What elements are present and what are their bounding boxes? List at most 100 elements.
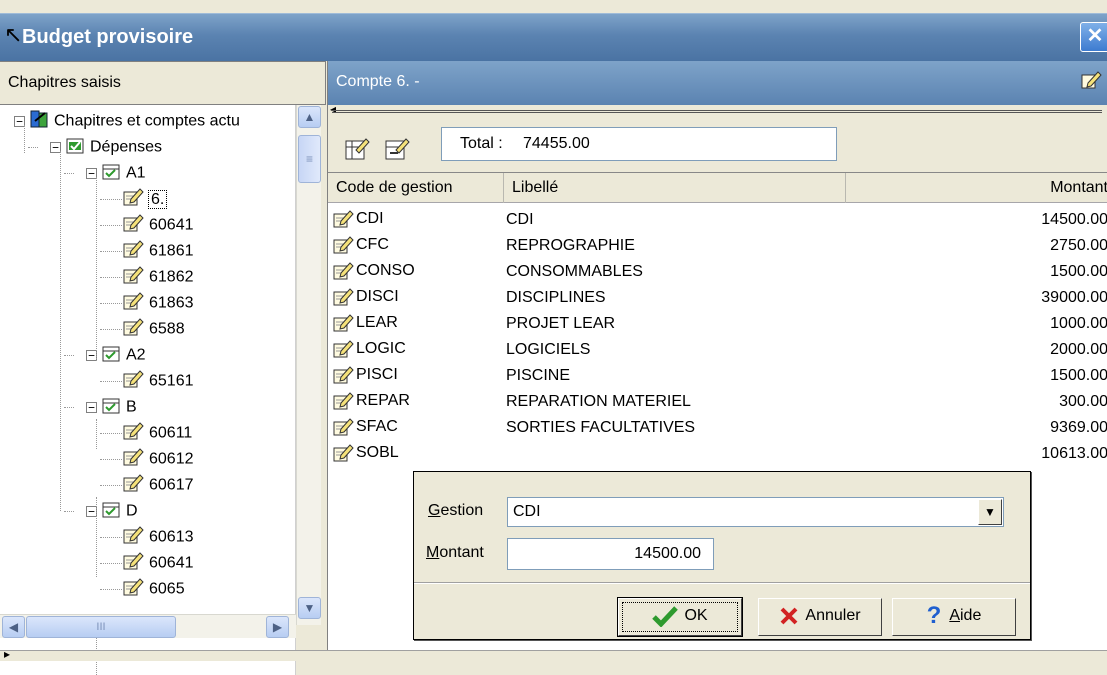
tree-node[interactable]: − Chapitres et comptes actu [14,109,240,133]
tree-connector [64,173,74,174]
tree-node[interactable]: − Dépenses [50,135,162,159]
tree-node[interactable]: 60617 [122,473,194,497]
dropdown-arrow-icon[interactable]: ▼ [978,499,1002,525]
account-edit-icon [122,187,144,212]
ok-button-label: OK [684,607,708,624]
row-montant: 2750.00 [1050,237,1107,254]
tree-node[interactable]: 6588 [122,317,185,341]
account-edit-icon [332,444,356,462]
table-row[interactable]: LEAR PROJET LEAR 1000.00 [328,311,1107,337]
row-libelle: SORTIES FACULTATIVES [506,419,696,436]
tree-node-label: 61862 [149,268,194,286]
help-button[interactable]: ? Aide [892,598,1016,636]
column-header-libelle[interactable]: Libellé [504,173,846,203]
row-code: CONSO [332,261,415,281]
tree-connector [100,381,122,382]
row-code: PISCI [332,365,398,385]
scroll-up-button[interactable]: ▲ [298,106,321,128]
row-code: SFAC [332,417,398,437]
table-row[interactable]: CDI CDI 14500.00 [328,207,1107,233]
help-accel: A [949,607,960,625]
account-edit-icon [122,525,144,550]
tree-node[interactable]: − B [86,395,137,419]
horizontal-scroll-thumb[interactable]: III [26,616,176,638]
add-line-button[interactable] [344,137,372,163]
column-header-montant[interactable]: Montant [846,173,1107,203]
montant-label: Montant [426,544,484,561]
chapters-tree[interactable]: − Chapitres et comptes actu − Dépenses − A1 6.… [0,105,296,675]
close-button[interactable]: ✕ [1080,22,1107,52]
table-row[interactable]: DISCI DISCIPLINES 39000.00 [328,285,1107,311]
table-row[interactable]: CFC REPROGRAPHIE 2750.00 [328,233,1107,259]
table-row[interactable]: REPAR REPARATION MATERIEL 300.00 [328,389,1107,415]
row-montant: 1000.00 [1050,315,1107,332]
chapter-check-icon [101,161,121,186]
gestion-select[interactable]: CDI ▼ [507,497,1004,527]
tree-node[interactable]: 60611 [122,421,192,445]
cancel-button[interactable]: Annuler [758,598,882,636]
tree-horizontal-scrollbar[interactable]: ◀ III ▶ [0,614,296,638]
row-montant: 9369.00 [1050,419,1107,436]
tree-node[interactable]: 60613 [122,525,194,549]
chapters-header-label: Chapitres saisis [8,74,121,91]
title-bar[interactable]: ↖ Budget provisoire ✕ [0,13,1107,61]
tree-node[interactable]: − A2 [86,343,146,367]
row-montant: 10613.00 [1041,445,1107,462]
tree-node-label: 60611 [149,424,193,442]
scroll-down-button[interactable]: ▼ [298,597,321,619]
expense-folder-icon [65,135,85,160]
table-row[interactable]: SFAC SORTIES FACULTATIVES 9369.00 [328,415,1107,441]
tree-node[interactable]: 6065 [122,577,185,601]
table-row[interactable]: CONSO CONSOMMABLES 1500.00 [328,259,1107,285]
tree-node[interactable]: 61862 [122,265,194,289]
remove-line-button[interactable] [384,137,412,163]
chapter-book-icon [29,109,49,134]
edit-pencil-icon[interactable] [1080,69,1102,96]
tree-node[interactable]: 60641 [122,551,194,575]
table-row[interactable]: PISCI PISCINE 1500.00 [328,363,1107,389]
collapse-toggle-icon[interactable]: − [86,402,97,413]
account-edit-icon [122,291,144,316]
list-header: Code de gestion Libellé Montant [328,173,1107,203]
vertical-scroll-thumb[interactable]: ≡ [298,135,321,183]
scroll-right-button[interactable]: ▶ [266,616,289,638]
ok-button[interactable]: OK [617,597,743,637]
tree-connector [100,563,122,564]
tree-node-label: 65161 [149,372,194,390]
tree-node[interactable]: 60641 [122,213,194,237]
account-edit-icon [332,418,356,436]
column-header-code[interactable]: Code de gestion [328,173,504,203]
gestion-select-value: CDI [513,503,541,520]
scroll-left-button[interactable]: ◀ [2,616,25,638]
account-edit-icon [122,317,144,342]
row-montant: 1500.00 [1050,367,1107,384]
tree-connector [100,251,122,252]
tree-node[interactable]: − A1 [86,161,146,185]
tree-node[interactable]: 61863 [122,291,194,315]
tree-connector [100,303,122,304]
table-row[interactable]: SOBL 10613.00 [328,441,1107,467]
account-edit-icon [122,213,144,238]
tree-guide-line [96,497,97,577]
tree-node[interactable]: − D [86,499,138,523]
tree-node-label: 60641 [149,216,194,234]
status-bar: ▸ [0,647,1107,661]
tree-connector [100,459,122,460]
table-row[interactable]: LOGIC LOGICIELS 2000.00 [328,337,1107,363]
tree-connector [100,199,122,200]
row-code: LOGIC [332,339,406,359]
row-montant: 300.00 [1059,393,1107,410]
row-code: SOBL [332,443,399,463]
row-code: DISCI [332,287,399,307]
row-montant: 2000.00 [1050,341,1107,358]
tree-connector [100,225,122,226]
montant-input[interactable]: 14500.00 [507,538,714,570]
tree-node[interactable]: 65161 [122,369,194,393]
tree-node[interactable]: 60612 [122,447,194,471]
tree-node[interactable]: 6. [122,187,168,212]
account-edit-icon [122,239,144,264]
tree-vertical-scrollbar[interactable]: ▲ ≡ ▼ [296,105,321,625]
tree-node-label: 60617 [149,476,194,494]
panel-splitter[interactable]: ◂ [328,102,1107,119]
tree-node[interactable]: 61861 [122,239,194,263]
